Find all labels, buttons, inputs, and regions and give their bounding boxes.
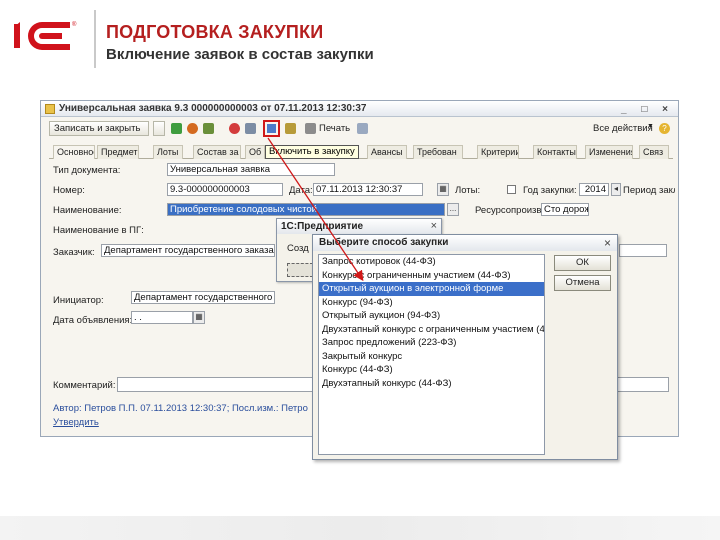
initiator-field[interactable]: Департамент государственного заказа — [131, 291, 275, 304]
name-field[interactable]: Приобретение солодовых чистой — [167, 203, 445, 216]
list-item[interactable]: Запрос котировок (44-ФЗ) — [319, 255, 544, 269]
calendar-icon[interactable]: ▦ — [437, 183, 449, 196]
tab-changes[interactable]: Изменения — [585, 145, 633, 159]
add-icon[interactable] — [187, 123, 198, 134]
tab-lots[interactable]: Лоты — [153, 145, 183, 159]
date-label: Дата: — [289, 185, 313, 196]
tab-ob[interactable]: Об — [245, 145, 265, 159]
print-button[interactable]: Печать — [319, 123, 350, 134]
name-label: Наименование: — [53, 205, 122, 216]
list-item[interactable]: Открытый аукцион (94-ФЗ) — [319, 309, 544, 323]
document-icon — [45, 104, 55, 114]
slide-subtitle: Включение заявок в состав закупки — [106, 46, 374, 63]
report-icon[interactable] — [357, 123, 368, 134]
include-purchase-icon — [267, 124, 276, 133]
tab-main[interactable]: Основное — [53, 145, 95, 159]
window-controls[interactable]: _ □ × — [621, 102, 674, 118]
approve-link[interactable]: Утвердить — [53, 417, 99, 428]
doc-type-field[interactable]: Универсальная заявка — [167, 163, 335, 176]
window-title: Универсальная заявка 9.3 000000000003 от… — [59, 103, 367, 114]
enterprise-dialog-label: Созд — [287, 243, 309, 254]
include-purchase-tooltip: Включить в закупку — [265, 145, 359, 159]
print-icon — [305, 123, 316, 134]
purchase-method-list: Запрос котировок (44-ФЗ) Конкурс с огран… — [318, 254, 545, 455]
list-item[interactable]: Закрытый конкурс — [319, 350, 544, 364]
lots-label: Лоты: — [455, 185, 481, 196]
footer-band — [0, 516, 720, 540]
copy-icon[interactable] — [203, 123, 214, 134]
enterprise-dialog-titlebar[interactable]: 1С:Предприятие × — [277, 219, 441, 234]
resource-field[interactable]: Сто дорожно — [541, 203, 589, 216]
list-item-selected[interactable]: Открытый аукцион в электронной форме — [319, 282, 544, 296]
enterprise-dialog-button[interactable] — [287, 263, 313, 277]
save-icon[interactable] — [153, 121, 165, 136]
window-titlebar[interactable]: Универсальная заявка 9.3 000000000003 от… — [41, 101, 678, 117]
tab-subject[interactable]: Предмет — [97, 145, 139, 159]
slide: ® ПОДГОТОВКА ЗАКУПКИ Включение заявок в … — [0, 0, 720, 540]
purchase-name-label: Наименование в ПГ: — [53, 225, 144, 236]
delete-icon[interactable] — [229, 123, 240, 134]
number-label: Номер: — [53, 185, 85, 196]
doc-type-label: Тип документа: — [53, 165, 121, 176]
list-item[interactable]: Двухэтапный конкурс с ограниченным участ… — [319, 323, 544, 337]
resource-label: Ресурсопроизв — [475, 205, 542, 216]
list-item[interactable]: Конкурс (44-ФЗ) — [319, 363, 544, 377]
cancel-button[interactable]: Отмена — [554, 275, 611, 291]
number-field[interactable]: 9.3-000000000003 — [167, 183, 283, 196]
customer-field[interactable]: Департамент государственного заказа — [101, 244, 275, 257]
close-icon[interactable]: × — [431, 219, 437, 234]
list-item[interactable]: Конкурс с ограниченным участием (44-ФЗ) — [319, 269, 544, 283]
lots-checkbox[interactable] — [507, 185, 516, 194]
close-icon[interactable]: × — [604, 235, 611, 251]
logo-1c-icon: ® — [14, 21, 77, 50]
structure-icon[interactable] — [245, 123, 256, 134]
year-label: Год закупки: — [523, 185, 577, 196]
tab-requirements[interactable]: Требован — [413, 145, 463, 159]
list-item[interactable]: Запрос предложений (223-ФЗ) — [319, 336, 544, 350]
customer-label: Заказчик: — [53, 247, 95, 258]
save-close-button[interactable]: Записать и закрыть — [49, 121, 149, 136]
tab-bar: Основное Предмет Лоты Состав за Об Аванс… — [49, 145, 673, 159]
initiator-label: Инициатор: — [53, 295, 104, 306]
help-icon[interactable]: ? — [659, 123, 670, 134]
all-actions-menu[interactable]: Все действия — [593, 123, 653, 134]
refresh-icon[interactable] — [171, 123, 182, 134]
slide-title: ПОДГОТОВКА ЗАКУПКИ — [106, 22, 324, 42]
list-item[interactable]: Конкурс (94-ФЗ) — [319, 296, 544, 310]
tab-contacts[interactable]: Контакты — [533, 145, 577, 159]
toolbar: Записать и закрыть Печать Все действия ▼… — [49, 120, 673, 137]
tab-advances[interactable]: Авансы — [367, 145, 407, 159]
ok-button[interactable]: ОК — [554, 255, 611, 271]
tab-links[interactable]: Связ — [639, 145, 669, 159]
tab-composition[interactable]: Состав за — [193, 145, 241, 159]
svg-text:®: ® — [72, 21, 77, 28]
include-purchase-button[interactable] — [263, 120, 280, 137]
purchase-method-dialog-title: Выберите способ закупки — [319, 237, 449, 248]
pub-date-label: Дата объявления: — [53, 315, 133, 326]
year-spin-icon[interactable]: ◂ — [611, 183, 621, 196]
author-info: Автор: Петров П.П. 07.11.2013 12:30:37; … — [53, 403, 308, 414]
purchase-method-dialog: Выберите способ закупки × Запрос котиров… — [312, 234, 618, 460]
year-field[interactable]: 2014 — [579, 183, 609, 196]
dropdown-icon[interactable]: ▼ — [647, 123, 654, 130]
customer-extra-field[interactable] — [619, 244, 667, 257]
tab-criteria[interactable]: Критерии — [477, 145, 519, 159]
attach-icon[interactable] — [285, 123, 296, 134]
purchase-method-dialog-titlebar[interactable]: Выберите способ закупки × — [313, 235, 617, 251]
comment-label: Комментарий: — [53, 380, 116, 391]
date-field[interactable]: 07.11.2013 12:30:37 — [313, 183, 423, 196]
header-divider — [94, 10, 96, 68]
name-select-button[interactable]: ... — [447, 203, 459, 216]
list-item[interactable]: Двухэтапный конкурс (44-ФЗ) — [319, 377, 544, 391]
contract-period-label: Период заключения конт — [623, 185, 675, 196]
enterprise-dialog-title: 1С:Предприятие — [281, 221, 364, 232]
pub-calendar-icon[interactable]: ▦ — [193, 311, 205, 324]
pub-date-field[interactable]: . . — [131, 311, 193, 324]
